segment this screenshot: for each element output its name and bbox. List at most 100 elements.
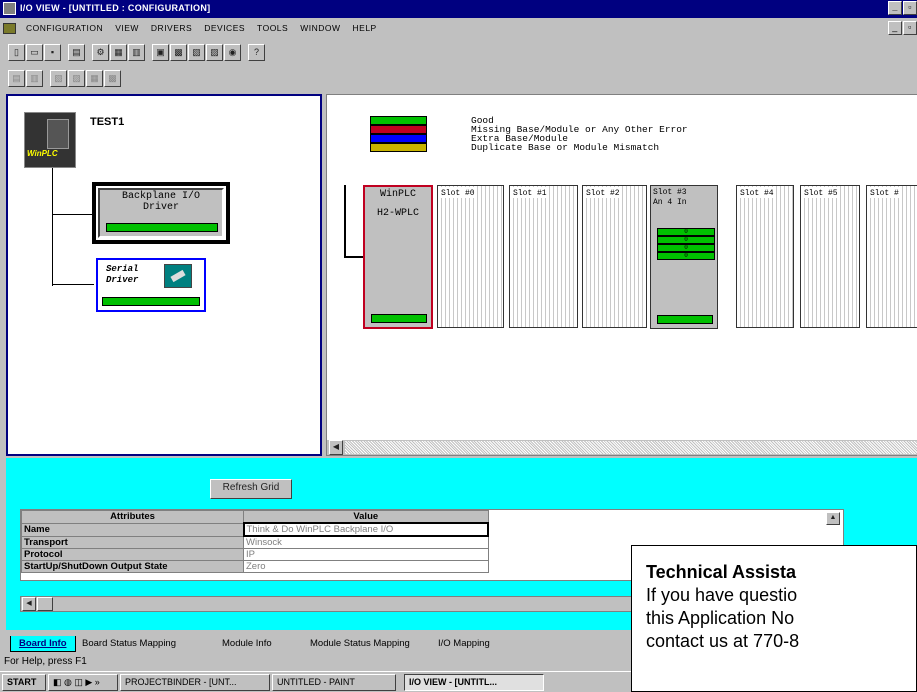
grid-header-value: Value: [243, 510, 489, 524]
grid-attr-transport: Transport: [21, 535, 244, 549]
serial-label-2: Driver: [106, 275, 139, 285]
monitor-icon[interactable]: ▨: [206, 43, 223, 61]
channel-2: 0: [657, 244, 715, 252]
menu-tools[interactable]: Tools: [251, 23, 294, 33]
grid-attr-startup-state: StartUp/ShutDown Output State: [21, 560, 244, 573]
legend-mismatch-swatch: [370, 143, 427, 152]
rack-connector: [344, 185, 346, 257]
backplane-status-bar: [106, 223, 218, 232]
cpu-name: WinPLC: [379, 189, 416, 200]
scroll-left-icon[interactable]: ◀: [329, 440, 343, 455]
scroll-up-icon[interactable]: ▲: [826, 512, 840, 525]
tab-module-status-mapping[interactable]: Module Status Mapping: [302, 636, 418, 652]
slot-0-label: Slot #0: [439, 187, 477, 198]
winplc-device-icon[interactable]: WinPLC: [24, 112, 76, 168]
restore-button[interactable]: ▫: [903, 1, 917, 15]
menu-drivers[interactable]: Drivers: [145, 23, 198, 33]
cpu-status-bar: [371, 314, 427, 323]
module-icon[interactable]: ▥: [128, 43, 145, 61]
slot-4-label: Slot #4: [738, 187, 776, 198]
menu-devices[interactable]: Devices: [198, 23, 251, 33]
grid-header-attributes: Attributes: [21, 510, 244, 524]
slot-5-label: Slot #5: [802, 187, 840, 198]
slot-3-label: Slot #3: [653, 188, 687, 197]
tab-board-status-mapping[interactable]: Board Status Mapping: [74, 636, 184, 652]
view-icon[interactable]: ▣: [152, 43, 169, 61]
grid-value-name[interactable]: Think & Do WinPLC Backplane I/O: [242, 522, 489, 537]
grid-scroll-left-icon[interactable]: ◀: [22, 597, 36, 611]
open-icon[interactable]: ▭: [26, 43, 43, 61]
grid-value-startup-state[interactable]: Zero: [243, 560, 489, 573]
channel-3: 0: [657, 252, 715, 260]
print-icon[interactable]: ▤: [68, 43, 85, 61]
serial-driver-node[interactable]: Serial Driver: [96, 258, 206, 312]
taskbar-paint[interactable]: untitled - Paint: [272, 673, 396, 691]
slot-5[interactable]: Slot #5: [800, 185, 860, 328]
serial-label-1: Serial: [106, 264, 139, 274]
channel-0: 0: [657, 228, 715, 236]
slot-1-label: Slot #1: [511, 187, 549, 198]
backplane-driver-node[interactable]: Backplane I/O Driver: [92, 182, 230, 244]
remove-icon[interactable]: ▨: [68, 69, 85, 87]
help-icon[interactable]: ?: [248, 43, 265, 61]
slot-2[interactable]: Slot #2: [582, 185, 647, 328]
start-button[interactable]: Start: [2, 673, 46, 691]
backplane-label-2: Driver: [142, 202, 179, 213]
slot-3-module: An 4 In: [653, 198, 687, 207]
overlay-line-3: contact us at 770-8: [646, 631, 800, 651]
slot-3[interactable]: Slot #3 An 4 In 0 0 0 0: [650, 185, 718, 329]
technical-assistance-box: Technical Assista If you have questio th…: [631, 545, 917, 692]
slot-3-status-bar: [657, 315, 713, 324]
menu-configuration[interactable]: Configuration: [20, 23, 109, 33]
cpu-model: H2-WPLC: [376, 208, 419, 219]
title-bar: I/O View - [Untitled : Configuration] _ …: [0, 0, 917, 18]
legend-mismatch-label: Duplicate Base or Module Mismatch: [471, 142, 660, 153]
window-title: I/O View - [Untitled : Configuration]: [20, 3, 211, 13]
winplc-badge: WinPLC: [27, 149, 58, 158]
channel-1: 0: [657, 236, 715, 244]
quick-launch[interactable]: ◧ ◍ ◫ ▶ »: [48, 673, 118, 691]
menu-help[interactable]: Help: [347, 23, 383, 33]
minimize-button[interactable]: _: [888, 1, 902, 15]
plc-name: TEST1: [90, 116, 125, 128]
grid-scroll-thumb[interactable]: [37, 597, 53, 611]
child-minimize-button[interactable]: _: [888, 21, 902, 35]
child-restore-button[interactable]: ▫: [903, 21, 917, 35]
slot-0[interactable]: Slot #0: [437, 185, 504, 328]
tab-module-info[interactable]: Module Info: [214, 636, 280, 652]
slot-6-label: Slot #: [868, 187, 901, 198]
tab-board-info[interactable]: Board Info: [10, 636, 76, 652]
chart-icon[interactable]: ▧: [188, 43, 205, 61]
save-icon[interactable]: ▪: [44, 43, 61, 61]
grid-attr-protocol: Protocol: [21, 548, 244, 561]
search-icon[interactable]: ◉: [224, 43, 241, 61]
overlay-heading: Technical Assista: [646, 562, 797, 582]
properties-icon[interactable]: ▩: [104, 69, 121, 87]
cpu-slot[interactable]: WinPLC H2-WPLC: [363, 185, 433, 329]
slot-6[interactable]: Slot #: [866, 185, 917, 328]
main-toolbar: ▯ ▭ ▪ ▤ ⚙ ▦ ▥ ▣ ▩ ▧ ▨ ◉ ?: [0, 40, 917, 64]
tab-io-mapping[interactable]: I/O Mapping: [430, 636, 498, 652]
slot-1[interactable]: Slot #1: [509, 185, 578, 328]
refresh-grid-button[interactable]: Refresh Grid: [210, 479, 292, 499]
new-icon[interactable]: ▯: [8, 43, 25, 61]
device-icon[interactable]: ▦: [110, 43, 127, 61]
image-icon[interactable]: ▩: [170, 43, 187, 61]
add-icon[interactable]: ▧: [50, 69, 67, 87]
tree-line: [52, 168, 53, 286]
taskbar-projectbinder[interactable]: ProjectBinder - [Unt...: [120, 673, 270, 691]
horizontal-scrollbar[interactable]: ◀: [327, 439, 917, 455]
map-icon[interactable]: ▦: [86, 69, 103, 87]
app-icon: [3, 2, 16, 15]
slot-4[interactable]: Slot #4: [736, 185, 794, 328]
driver-icon[interactable]: ⚙: [92, 43, 109, 61]
grid-value-transport[interactable]: Winsock: [243, 535, 489, 549]
secondary-toolbar: ▤ ▥ ▧ ▨ ▦ ▩: [0, 66, 917, 90]
grid-value-protocol[interactable]: IP: [243, 548, 489, 561]
document-icon: [3, 22, 16, 34]
menu-view[interactable]: View: [109, 23, 145, 33]
tree-collapse-icon[interactable]: ▥: [26, 69, 43, 87]
taskbar-io-view[interactable]: I/O View - [Untitl...: [404, 673, 544, 691]
tree-expand-icon[interactable]: ▤: [8, 69, 25, 87]
menu-window[interactable]: Window: [294, 23, 346, 33]
